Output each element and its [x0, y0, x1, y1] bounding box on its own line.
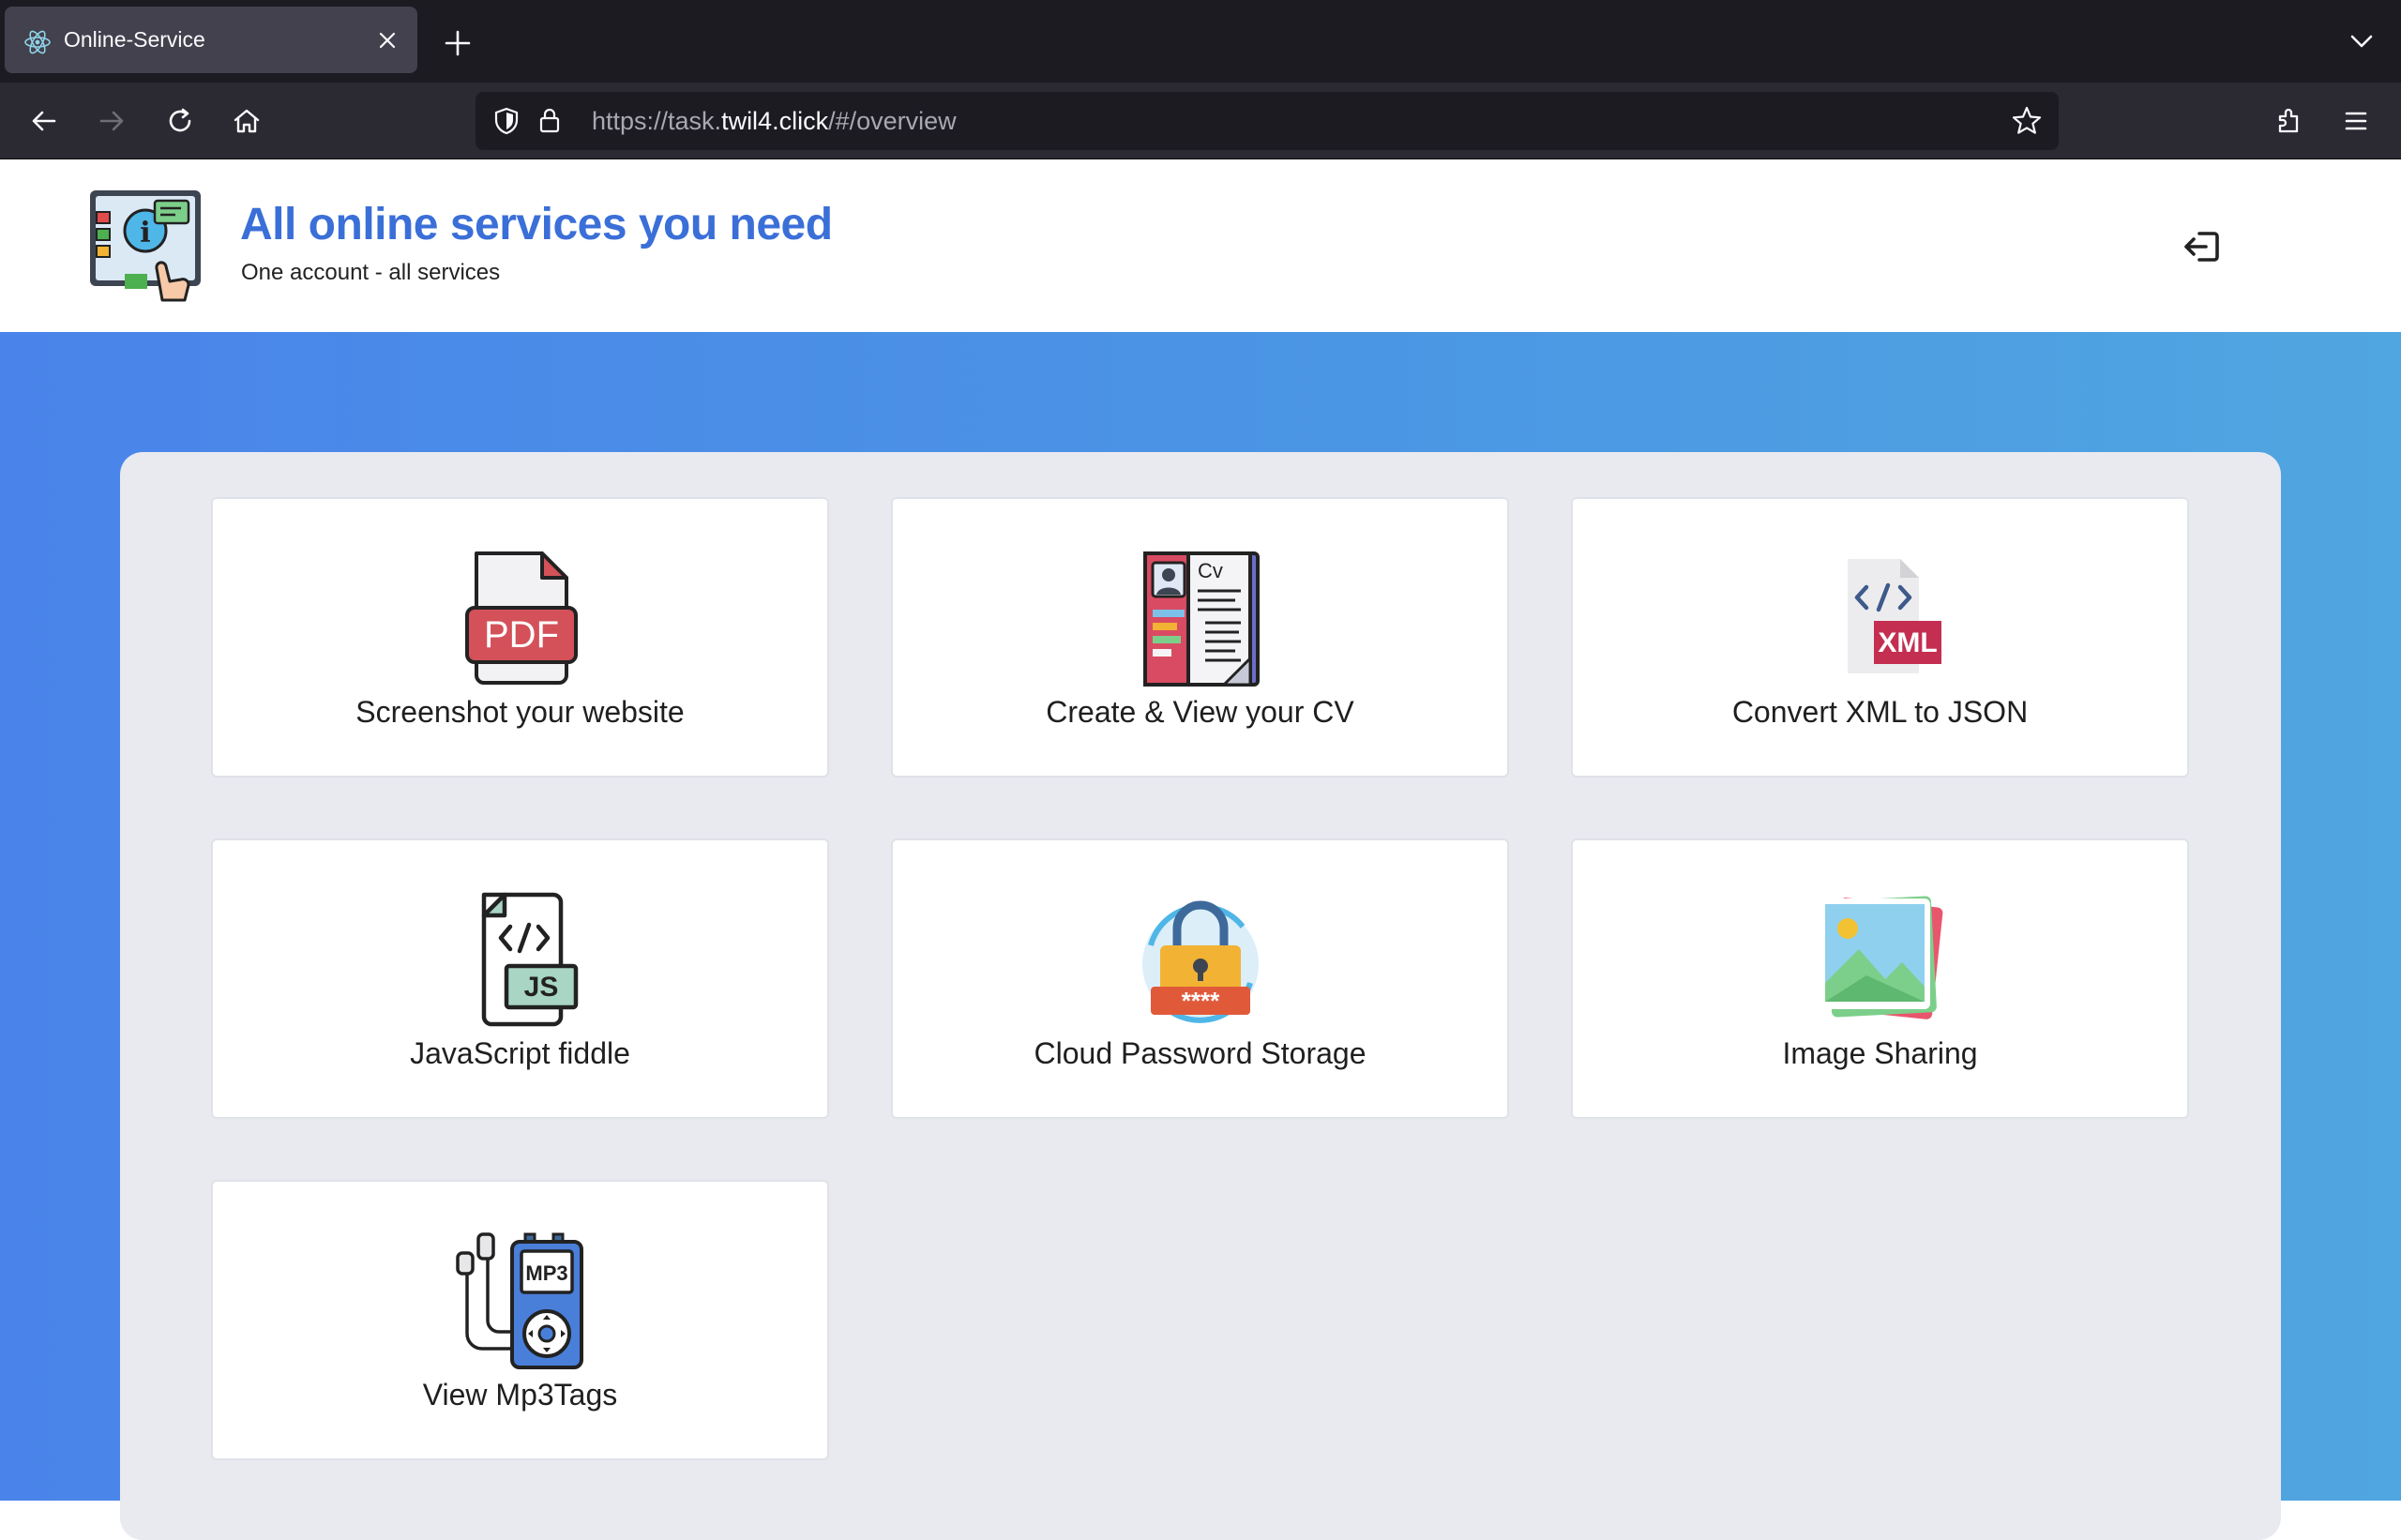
service-card-screenshot[interactable]: PDF Screenshot your website [211, 497, 829, 778]
logo-icon: i [90, 190, 201, 302]
url-path: /#/overview [828, 107, 957, 135]
hamburger-menu-icon[interactable] [2338, 103, 2374, 139]
service-card-password[interactable]: **** Cloud Password Storage [891, 838, 1509, 1119]
service-card-js[interactable]: JS JavaScript fiddle [211, 838, 829, 1119]
svg-text:MP3: MP3 [525, 1261, 567, 1285]
page-title: All online services you need [240, 200, 833, 249]
service-label: Screenshot your website [355, 695, 685, 729]
address-bar[interactable]: https://task.twil4.click/#/overview [476, 92, 2059, 150]
service-label: View Mp3Tags [422, 1378, 618, 1412]
service-card-mp3[interactable]: MP3 View Mp3Tags [211, 1180, 829, 1460]
shield-icon[interactable] [491, 105, 522, 137]
service-label: Convert XML to JSON [1731, 695, 2029, 729]
page-header: i All online services you need One accou… [0, 159, 2401, 332]
pdf-icon: PDF [464, 551, 578, 685]
svg-text:PDF: PDF [484, 614, 559, 656]
xml-icon: XML [1847, 559, 1941, 673]
page-subtitle: One account - all services [241, 260, 501, 285]
svg-text:****: **** [1181, 987, 1219, 1015]
url-prefix: https://task. [592, 107, 722, 135]
close-tab-icon[interactable] [374, 27, 400, 53]
image-gallery-icon [1819, 896, 1942, 1019]
cv-icon: Cv [1142, 551, 1260, 687]
svg-text:JS: JS [523, 972, 558, 1003]
service-label: Create & View your CV [1046, 695, 1354, 729]
svg-text:i: i [140, 217, 150, 249]
forward-arrow-icon[interactable] [94, 103, 129, 139]
extensions-icon[interactable] [2272, 103, 2307, 139]
back-arrow-icon[interactable] [26, 103, 62, 139]
service-card-images[interactable]: Image Sharing [1571, 838, 2189, 1119]
service-label: JavaScript fiddle [410, 1036, 630, 1070]
lock-icon[interactable] [534, 104, 566, 136]
tab-title: Online-Service [64, 27, 205, 52]
js-file-icon: JS [481, 892, 578, 1027]
browser-tab[interactable]: Online-Service [5, 7, 417, 73]
react-favicon-icon [24, 30, 51, 54]
bookmark-star-icon[interactable] [2010, 104, 2044, 138]
svg-text:Cv: Cv [1198, 559, 1223, 582]
url-text[interactable]: https://task.twil4.click/#/overview [592, 92, 957, 150]
service-card-cv[interactable]: Cv Create & View your CV [891, 497, 1509, 778]
mp3-player-icon: MP3 [455, 1232, 583, 1369]
home-icon[interactable] [229, 103, 264, 139]
logout-icon[interactable] [2181, 225, 2224, 268]
url-host: twil4.click [721, 107, 829, 135]
service-label: Cloud Password Storage [1034, 1036, 1367, 1070]
chevron-down-icon[interactable] [2345, 24, 2378, 58]
browser-nav-bar: https://task.twil4.click/#/overview [0, 83, 2401, 159]
service-label: Image Sharing [1782, 1036, 1978, 1070]
service-card-xml[interactable]: XML Convert XML to JSON [1571, 497, 2189, 778]
new-tab-icon[interactable] [441, 26, 475, 60]
main-content: PDF Screenshot your website Cv Create & … [0, 332, 2401, 1540]
padlock-icon: **** [1141, 900, 1259, 1023]
reload-icon[interactable] [162, 103, 198, 139]
browser-tab-bar: Online-Service [0, 0, 2401, 83]
svg-text:XML: XML [1878, 627, 1937, 658]
services-panel: PDF Screenshot your website Cv Create & … [120, 452, 2281, 1540]
